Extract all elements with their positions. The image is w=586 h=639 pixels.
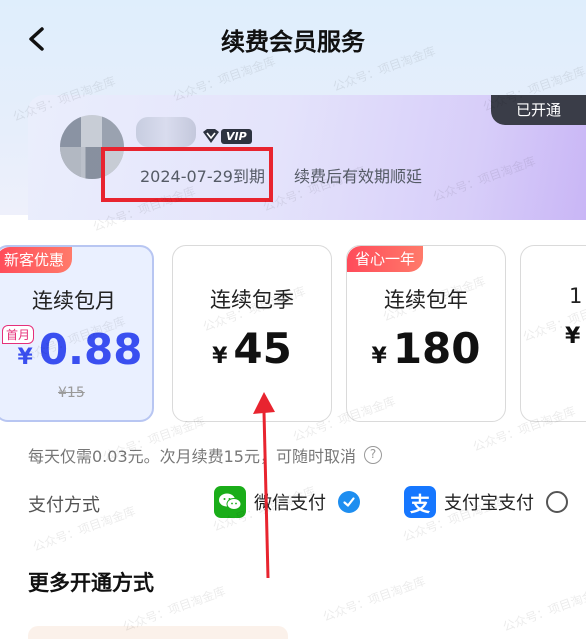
more-methods-card[interactable] [28,626,288,639]
vip-label: VIP [221,128,252,144]
plan-price: ¥45 [173,324,331,373]
plan-price: ¥0.88 [8,325,152,374]
plan-name: 连续包季 [210,288,294,312]
nav-bar: 续费会员服务 [0,0,586,80]
plan-price: ¥180 [347,324,505,373]
price-amount: 45 [233,324,292,373]
yen-symbol: ¥ [212,344,228,369]
status-badge: 已开通 [491,95,586,125]
plan-card-partial[interactable]: 1 ¥ [520,245,586,422]
watermark-text: 公众号：项目淘金库 [321,573,428,625]
checked-radio-icon[interactable] [338,491,360,513]
highlight-box-annotation [101,147,273,202]
alipay-icon: 支 [404,486,436,518]
more-methods-title: 更多开通方式 [28,571,154,595]
unchecked-radio-icon[interactable] [546,491,568,513]
page-title: 续费会员服务 [221,28,365,56]
help-icon[interactable]: ? [364,446,382,464]
plan-card-monthly[interactable]: 新客优惠 连续包月 首月 ¥0.88 ¥15 [0,245,154,422]
plan-description: 每天仅需0.03元。次月续费15元，可随时取消 ? [28,443,382,467]
expire-note: 续费后有效期顺延 [294,167,423,186]
watermark-text: 公众号：项目淘金库 [501,583,586,635]
username-blurred [136,117,196,147]
plan-name: 连续包月 [32,289,116,313]
description-text: 每天仅需0.03元。次月续费15元，可随时取消 [28,447,356,466]
pay-option-name: 支付宝支付 [444,493,534,514]
diamond-icon [203,129,219,143]
payment-label: 支付方式 [28,495,100,516]
original-price: ¥15 [58,385,85,401]
plan-list: 新客优惠 连续包月 首月 ¥0.88 ¥15 连续包季 ¥45 省心一年 连续包… [0,245,586,425]
red-arrow-annotation [253,392,275,579]
yen-symbol: ¥ [17,345,33,370]
plan-card-yearly[interactable]: 省心一年 连续包年 ¥180 [346,245,506,422]
price-amount: 180 [392,324,481,373]
plan-tag: 省心一年 [347,246,424,272]
plan-name: 1 [569,284,583,308]
pay-option-alipay[interactable]: 支 支付宝支付 [404,486,568,518]
plan-name: 连续包年 [384,288,468,312]
vip-badge: VIP [202,127,252,145]
price-amount: 0.88 [38,325,143,374]
yen-symbol: ¥ [371,344,387,369]
plan-tag: 新客优惠 [0,247,73,273]
plan-price: ¥ [521,324,586,349]
yen-symbol: ¥ [565,324,581,349]
wechat-pay-icon [214,486,246,518]
